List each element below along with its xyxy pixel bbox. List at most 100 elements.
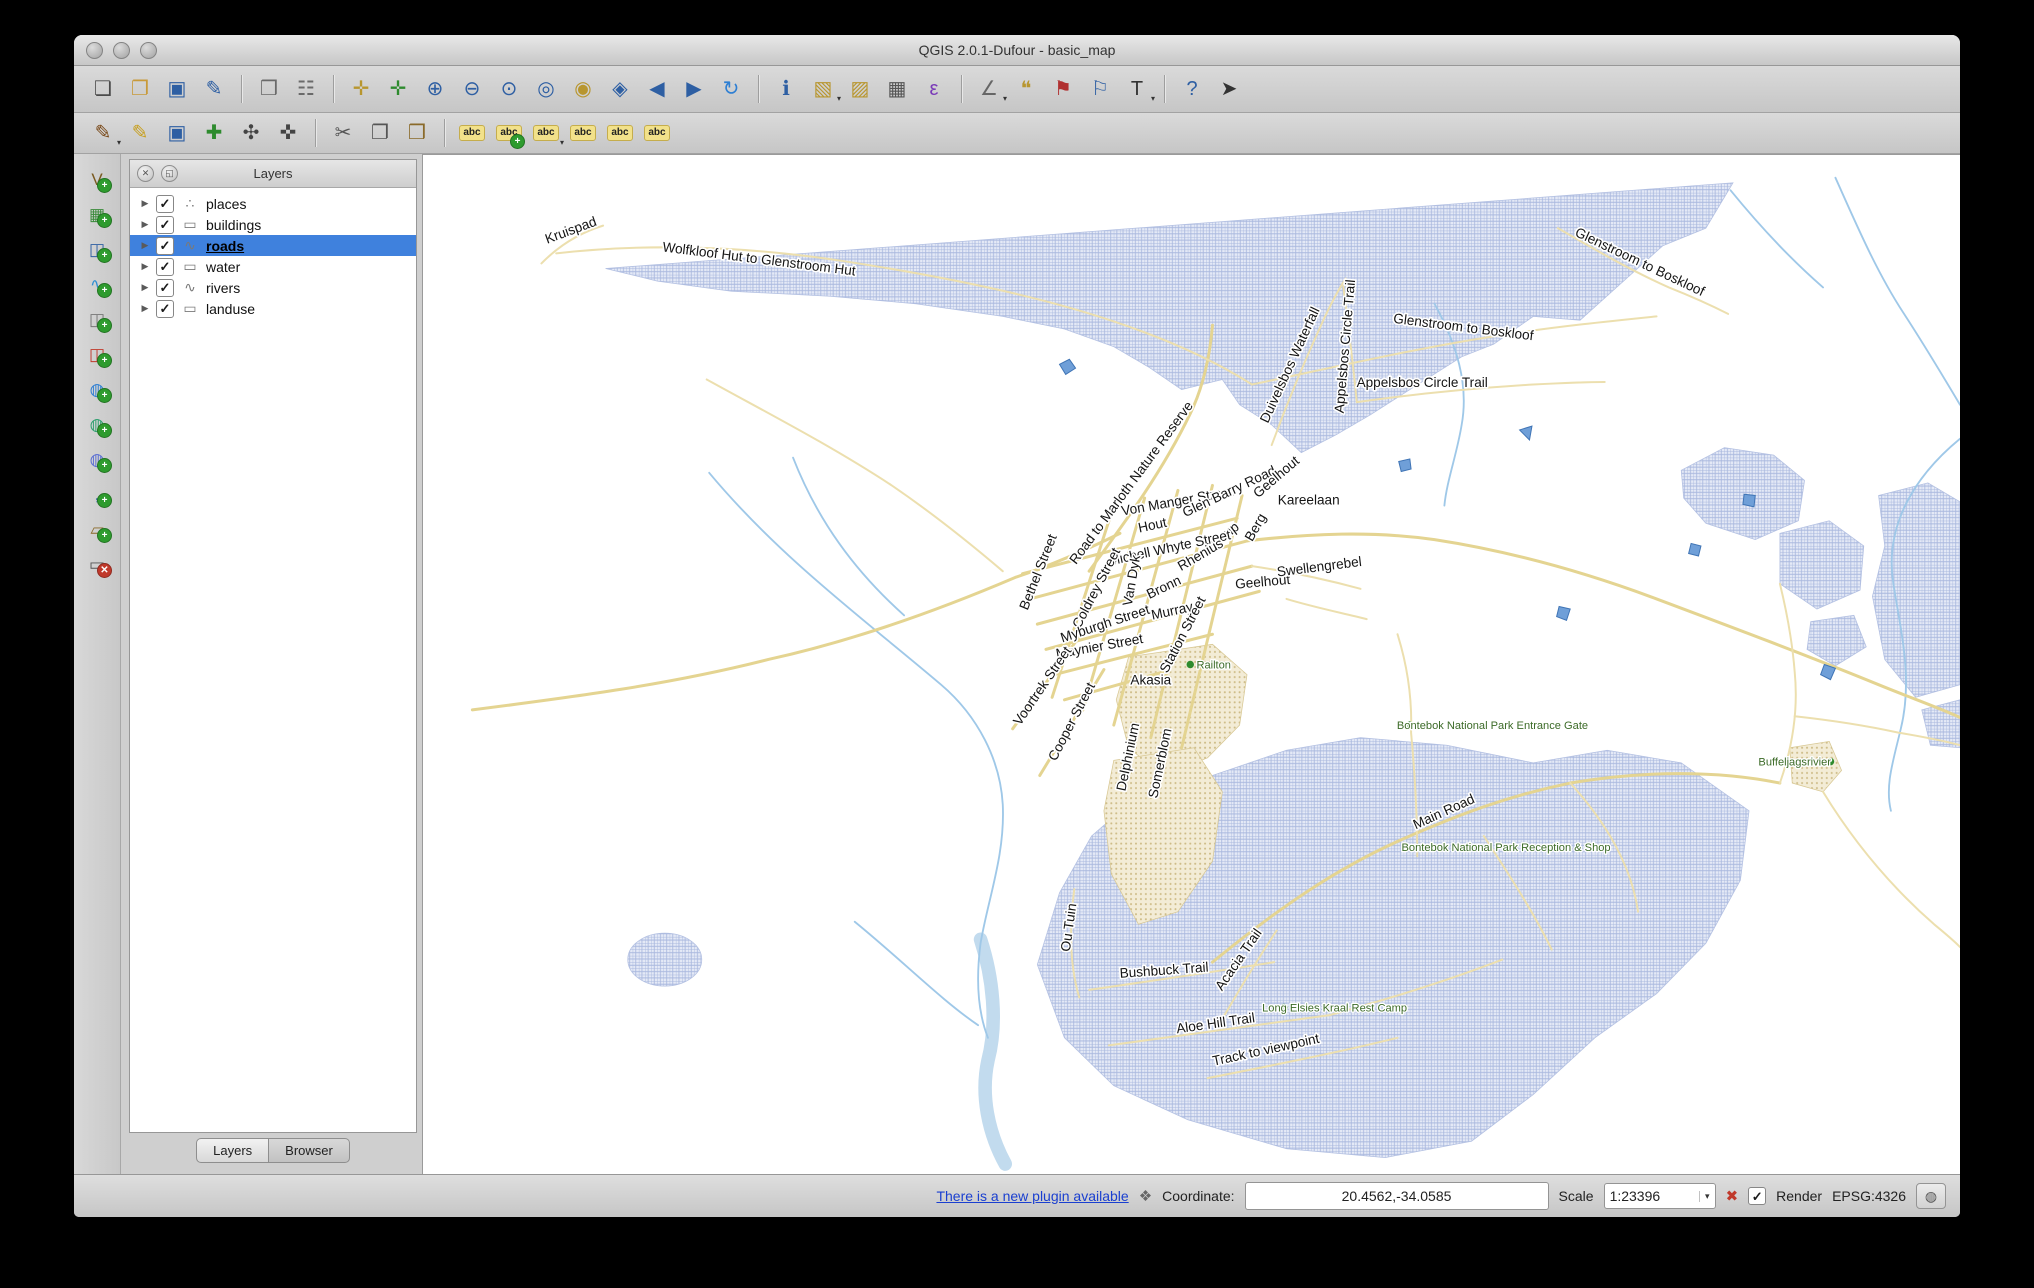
move-label-button[interactable]: abc	[566, 116, 600, 150]
plugin-available-link[interactable]: There is a new plugin available	[936, 1188, 1128, 1204]
layer-labeling-options-button[interactable]: abc+	[492, 116, 526, 150]
panel-detach-icon[interactable]: ◱	[161, 165, 178, 182]
pan-map-button[interactable]: ✛	[344, 72, 378, 106]
current-edits-button[interactable]: ✎▾	[86, 116, 120, 150]
tab-browser[interactable]: Browser	[269, 1138, 350, 1163]
field-calculator-button[interactable]: ε	[917, 72, 951, 106]
expand-arrow-icon[interactable]: ▶	[140, 303, 150, 314]
new-project-button[interactable]: ❏	[86, 72, 120, 106]
dropdown-arrow-icon[interactable]: ▾	[837, 94, 841, 103]
open-attribute-table-button[interactable]: ▦	[880, 72, 914, 106]
scale-combo[interactable]: 1:23396 ▾	[1604, 1183, 1716, 1209]
save-project-button[interactable]: ▣	[160, 72, 194, 106]
layer-row-buildings[interactable]: ▶ ✓ ▭ buildings	[130, 214, 416, 235]
copy-features-button[interactable]: ❐	[363, 116, 397, 150]
zoom-full-button[interactable]: ◎	[529, 72, 563, 106]
dropdown-arrow-icon[interactable]: ▾	[1151, 94, 1155, 103]
pan-to-selection-button[interactable]: ✛	[381, 72, 415, 106]
deselect-features-button[interactable]: ▨	[843, 72, 877, 106]
expand-arrow-icon[interactable]: ▶	[140, 219, 150, 230]
add-spatialite-layer-button[interactable]: ∿+	[81, 269, 113, 299]
add-feature-button[interactable]: ✚	[197, 116, 231, 150]
new-print-composer-button[interactable]: ❒	[252, 72, 286, 106]
open-project-button[interactable]: ❐	[123, 72, 157, 106]
title-bar[interactable]: QGIS 2.0.1-Dufour - basic_map	[74, 35, 1960, 66]
layer-row-water[interactable]: ▶ ✓ ▭ water	[130, 256, 416, 277]
close-button[interactable]	[86, 42, 103, 59]
coordinate-input[interactable]	[1245, 1182, 1549, 1210]
chevron-down-icon[interactable]: ▾	[1699, 1191, 1710, 1202]
check-icon: ✓	[1752, 1190, 1763, 1203]
expand-arrow-icon[interactable]: ▶	[140, 282, 150, 293]
zoom-to-selection-button[interactable]: ◉	[566, 72, 600, 106]
layer-row-landuse[interactable]: ▶ ✓ ▭ landuse	[130, 298, 416, 319]
zoom-last-button[interactable]: ◀	[640, 72, 674, 106]
map-tips-button[interactable]: ❝	[1009, 72, 1043, 106]
layer-checkbox[interactable]: ✓	[156, 300, 174, 318]
composer-manager-button[interactable]: ☷	[289, 72, 323, 106]
minimize-button[interactable]	[113, 42, 130, 59]
crs-status-icon[interactable]: ◍	[1916, 1183, 1946, 1209]
dropdown-arrow-icon[interactable]: ▾	[560, 138, 564, 147]
toggle-editing-button[interactable]: ✎	[123, 116, 157, 150]
layer-checkbox[interactable]: ✓	[156, 195, 174, 213]
zoom-to-layer-button[interactable]: ◈	[603, 72, 637, 106]
show-bookmarks-button[interactable]: ⚐	[1083, 72, 1117, 106]
layer-checkbox[interactable]: ✓	[156, 279, 174, 297]
select-features-button[interactable]: ▧▾	[806, 72, 840, 106]
zoom-in-button[interactable]: ⊕	[418, 72, 452, 106]
add-postgis-layer-button[interactable]: ◫+	[81, 234, 113, 264]
add-wms-layer-button[interactable]: ◍+	[81, 374, 113, 404]
expand-arrow-icon[interactable]: ▶	[140, 261, 150, 272]
save-project-as-button[interactable]: ✎	[197, 72, 231, 106]
layer-labeling-button[interactable]: abc	[455, 116, 489, 150]
layer-checkbox[interactable]: ✓	[156, 237, 174, 255]
annotation-button[interactable]: T▾	[1120, 72, 1154, 106]
tab-layers[interactable]: Layers	[196, 1138, 269, 1163]
layer-checkbox[interactable]: ✓	[156, 216, 174, 234]
panel-tabs: Layers Browser	[129, 1138, 417, 1166]
zoom-out-button[interactable]: ⊖	[455, 72, 489, 106]
zoom-button[interactable]	[140, 42, 157, 59]
change-label-properties-button[interactable]: abc	[640, 116, 674, 150]
new-shapefile-layer-button[interactable]: ▱+	[81, 514, 113, 544]
add-oracle-layer-button[interactable]: ◫+	[81, 339, 113, 369]
dropdown-arrow-icon[interactable]: ▾	[1003, 94, 1007, 103]
rotate-label-button[interactable]: abc	[603, 116, 637, 150]
map-canvas[interactable]: KruispadWolfkloof Hut to Glenstroom HutG…	[422, 154, 1960, 1174]
show-hide-labels-button[interactable]: abc▾	[529, 116, 563, 150]
add-mssql-layer-button[interactable]: ◫+	[81, 304, 113, 334]
zoom-full-icon: ◎	[537, 79, 554, 99]
layer-checkbox[interactable]: ✓	[156, 258, 174, 276]
paste-features-button[interactable]: ❒	[400, 116, 434, 150]
plugin-icon[interactable]: ❖	[1139, 1187, 1152, 1205]
expand-arrow-icon[interactable]: ▶	[140, 240, 150, 251]
whats-this-button[interactable]: ➤	[1212, 72, 1246, 106]
layer-row-places[interactable]: ▶ ✓ ∴ places	[130, 193, 416, 214]
measure-button[interactable]: ∠▾	[972, 72, 1006, 106]
panel-close-icon[interactable]: ✕	[137, 165, 154, 182]
add-delimited-text-layer-button[interactable]: ,+	[81, 479, 113, 509]
remove-layer-button[interactable]: ▭✕	[81, 549, 113, 579]
expand-arrow-icon[interactable]: ▶	[140, 198, 150, 209]
map-canvas-svg[interactable]: KruispadWolfkloof Hut to Glenstroom HutG…	[423, 155, 1960, 1174]
add-wcs-layer-button[interactable]: ◍+	[81, 409, 113, 439]
cut-features-button[interactable]: ✂	[326, 116, 360, 150]
render-checkbox[interactable]: ✓	[1748, 1187, 1766, 1205]
node-tool-button[interactable]: ✜	[271, 116, 305, 150]
layer-row-roads[interactable]: ▶ ✓ ∿ roads	[130, 235, 416, 256]
help-button[interactable]: ?	[1175, 72, 1209, 106]
new-bookmark-button[interactable]: ⚑	[1046, 72, 1080, 106]
layer-row-rivers[interactable]: ▶ ✓ ∿ rivers	[130, 277, 416, 298]
stop-render-icon[interactable]: ✖	[1726, 1187, 1739, 1205]
save-layer-edits-button[interactable]: ▣	[160, 116, 194, 150]
refresh-map-button[interactable]: ↻	[714, 72, 748, 106]
identify-features-button[interactable]: ℹ	[769, 72, 803, 106]
move-feature-button[interactable]: ✣	[234, 116, 268, 150]
add-vector-layer-button[interactable]: V+	[81, 164, 113, 194]
add-wfs-layer-button[interactable]: ◍+	[81, 444, 113, 474]
dropdown-arrow-icon[interactable]: ▾	[117, 138, 121, 147]
zoom-next-button[interactable]: ▶	[677, 72, 711, 106]
add-raster-layer-button[interactable]: ▦+	[81, 199, 113, 229]
zoom-native-button[interactable]: ⊙	[492, 72, 526, 106]
